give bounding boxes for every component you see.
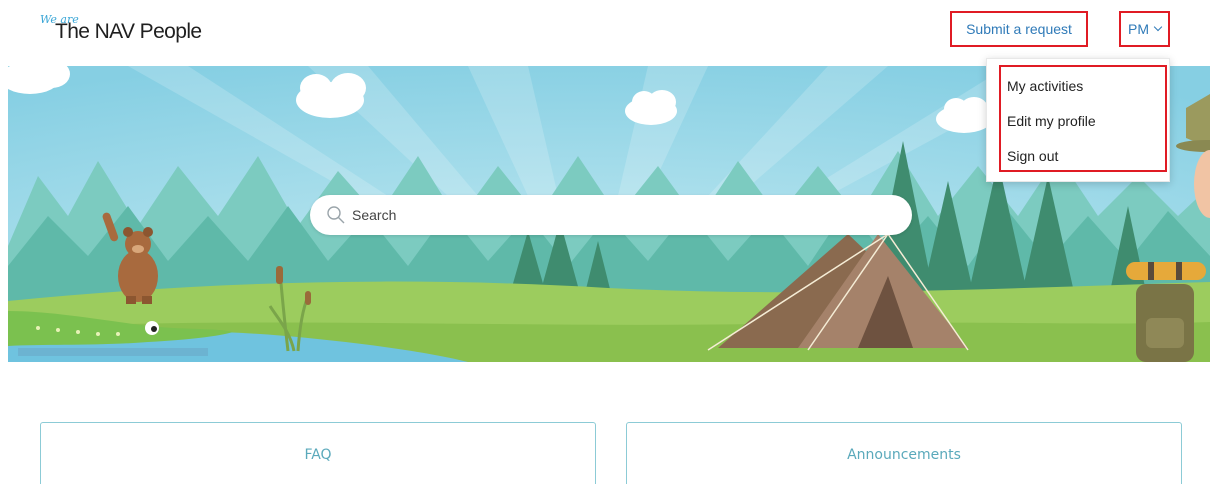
submit-request-link[interactable]: Submit a request — [950, 11, 1088, 47]
search-input[interactable] — [352, 195, 892, 235]
brand-name: The NAV People — [55, 20, 202, 43]
chevron-down-icon — [1153, 22, 1163, 32]
faq-card[interactable]: FAQ — [40, 422, 596, 484]
announcements-card[interactable]: Announcements — [626, 422, 1182, 484]
menu-item-edit-profile[interactable]: Edit my profile — [1007, 113, 1096, 129]
menu-item-sign-out[interactable]: Sign out — [1007, 148, 1058, 164]
brand-logo[interactable]: We are The NAV People — [40, 13, 240, 49]
menu-item-my-activities[interactable]: My activities — [1007, 78, 1083, 94]
announcements-card-title: Announcements — [847, 447, 961, 463]
user-initials: PM — [1128, 21, 1149, 37]
search-bar[interactable] — [310, 195, 912, 235]
user-menu-button[interactable]: PM — [1119, 11, 1170, 47]
search-icon — [327, 206, 345, 224]
user-dropdown-menu: My activities Edit my profile Sign out — [986, 58, 1170, 182]
faq-card-title: FAQ — [304, 447, 332, 463]
site-header: We are The NAV People Submit a request P… — [0, 0, 1210, 66]
